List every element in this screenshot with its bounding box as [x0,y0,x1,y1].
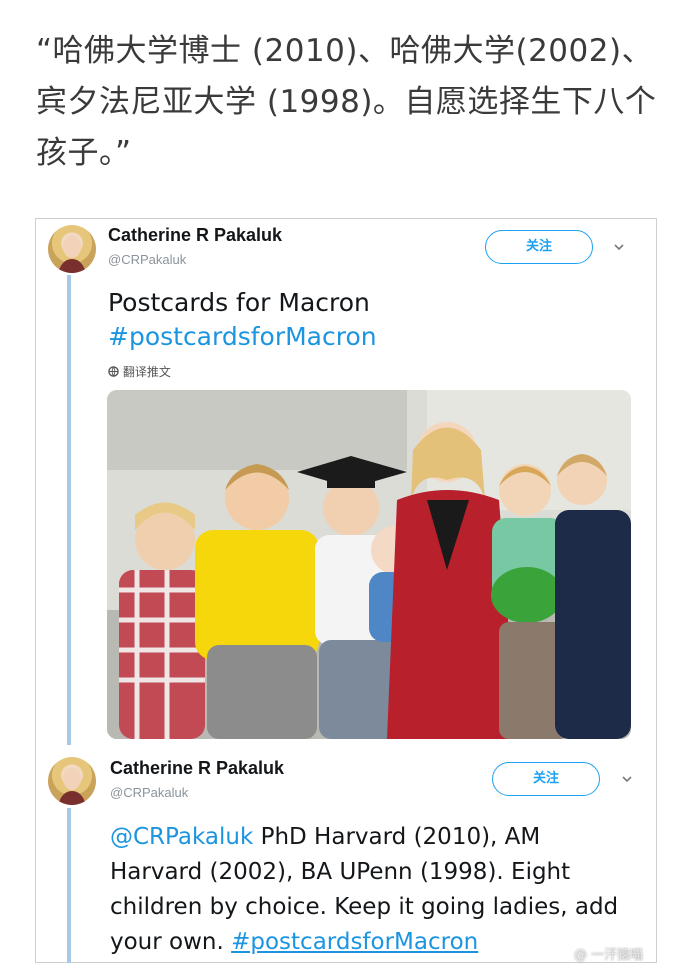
tweet1-text-line: Postcards for Macron [108,288,370,317]
chevron-down-icon[interactable] [622,774,632,784]
weibo-watermark: @ 一汗猿喵 [574,948,644,963]
tweet1-author-name[interactable]: Catherine R Pakaluk [108,225,282,246]
thread-line-top [67,275,71,745]
avatar[interactable] [48,225,96,273]
tweet1-follow-button[interactable]: 关注 [485,230,593,264]
tweet2-hashtag-link[interactable]: #postcardsforMacron [231,929,478,955]
tweet1-text: Postcards for Macron #postcardsforMacron [108,286,377,354]
avatar[interactable] [48,757,96,805]
tweet2-text: @CRPakaluk PhD Harvard (2010), AM Harvar… [110,820,630,960]
chevron-down-icon[interactable] [614,242,624,252]
tweet2-author-name[interactable]: Catherine R Pakaluk [110,758,284,779]
tweet2-mention-link[interactable]: @CRPakaluk [110,824,253,850]
translate-label: 翻译推文 [122,365,171,379]
tweet2-follow-button[interactable]: 关注 [492,762,600,796]
tweet2-author-handle[interactable]: @CRPakaluk [110,785,188,800]
globe-icon [108,366,119,377]
tweet-photo[interactable] [107,390,631,739]
translate-tweet-link[interactable]: 翻译推文 [108,363,171,380]
tweet1-author-handle[interactable]: @CRPakaluk [108,252,186,267]
tweet1-hashtag-link[interactable]: #postcardsforMacron [108,320,377,354]
post-caption: “哈佛大学博士 (2010)、哈佛大学(2002)、宾夕法尼亚大学 (1998)… [36,33,657,171]
thread-line-bottom [67,808,71,963]
